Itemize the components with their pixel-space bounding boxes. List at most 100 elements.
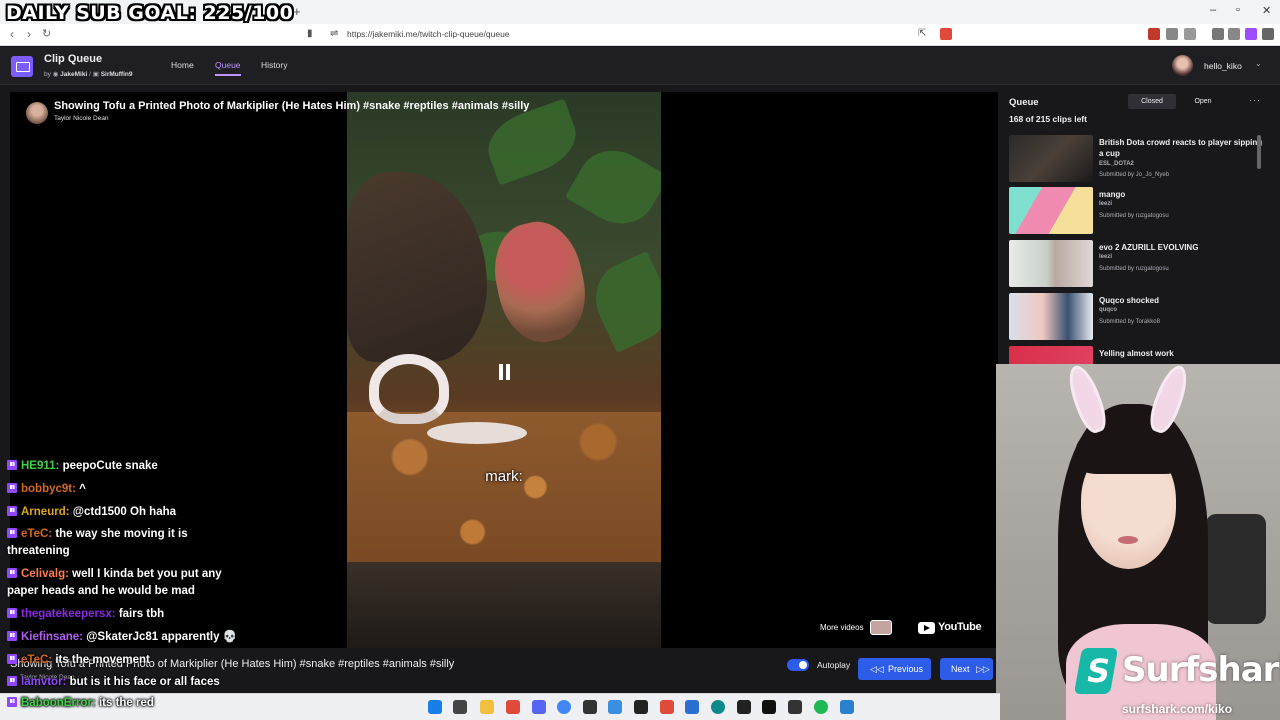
app-header: Clip Queue by ◉ JakeMiki / ▣ SirMuffin9 …	[0, 47, 1280, 85]
chat-username[interactable]: eTeC:	[21, 528, 52, 540]
twitch-badge-icon	[7, 482, 17, 493]
taskview-icon[interactable]	[453, 700, 467, 714]
chat-message: lamvtor: but is it his face or all faces	[7, 674, 247, 691]
video-title[interactable]: Showing Tofu a Printed Photo of Markipli…	[54, 100, 529, 112]
youtube-wordmark: YouTube	[938, 621, 982, 633]
sidebar-icon[interactable]	[1184, 28, 1196, 40]
chat-text: fairs tbh	[118, 607, 165, 620]
back-icon[interactable]: ‹	[10, 27, 14, 41]
chat-username[interactable]: eTeC:	[21, 654, 52, 666]
twitch-badge-icon	[7, 676, 17, 687]
clip-channel: ESL_DOTA2	[1099, 161, 1134, 167]
twitch-badge-icon	[7, 630, 17, 641]
spotify-icon[interactable]	[814, 700, 828, 714]
chat-username[interactable]: thegatekeepersx:	[21, 608, 116, 620]
maximize-button[interactable]: ▫	[1236, 4, 1240, 16]
clip-thumbnail	[1009, 240, 1093, 287]
app-icon[interactable]	[762, 700, 776, 714]
start-icon[interactable]	[428, 700, 442, 714]
app-byline: by ◉ JakeMiki / ▣ SirMuffin9	[44, 70, 132, 78]
chat-message: thegatekeepersx: fairs tbh	[7, 606, 247, 623]
discord-icon[interactable]	[532, 700, 546, 714]
more-videos-thumbnail[interactable]	[870, 620, 892, 635]
nav-history[interactable]: History	[261, 60, 287, 70]
bookmark-icon[interactable]: ▮	[307, 28, 313, 39]
extension-puzzle-icon[interactable]	[1166, 28, 1178, 40]
capcut-icon[interactable]	[634, 700, 648, 714]
autoplay-toggle[interactable]	[787, 659, 809, 671]
video-subtitle: mark:	[485, 468, 523, 485]
previous-button[interactable]: ◁◁ Previous	[858, 658, 931, 680]
more-videos-label[interactable]: More videos	[820, 623, 864, 632]
close-window-button[interactable]: ✕	[1262, 4, 1271, 17]
nav-queue[interactable]: Queue	[215, 60, 241, 76]
terminal-icon[interactable]	[737, 700, 751, 714]
chat-username[interactable]: HE911:	[21, 460, 59, 472]
sponsor-url: surfshark.com/kiko	[1122, 702, 1233, 716]
chat-username: BaboonError:	[21, 697, 96, 709]
clip-queue-logo-icon[interactable]	[11, 56, 33, 77]
chat-username[interactable]: bobbyc9t:	[21, 483, 76, 495]
video-channel[interactable]: Taylor Nicole Dean	[54, 115, 109, 122]
chat-username[interactable]: Arneurd:	[21, 506, 70, 518]
chat-username[interactable]: Kiefinsane:	[21, 631, 83, 643]
reload-icon[interactable]: ↻	[42, 27, 51, 40]
queue-scrollbar[interactable]	[1257, 135, 1261, 169]
chat-username[interactable]: lamvtor:	[21, 676, 66, 688]
queue-item[interactable]: British Dota crowd reacts to player sipp…	[1009, 135, 1262, 182]
closed-button[interactable]: Closed	[1128, 94, 1176, 109]
app-icon[interactable]	[840, 700, 854, 714]
edge-icon[interactable]	[711, 700, 725, 714]
site-info-icon[interactable]: ⇌	[330, 28, 338, 39]
menu-icon[interactable]	[1262, 28, 1274, 40]
pause-icon[interactable]	[498, 364, 512, 380]
nav-home[interactable]: Home	[171, 60, 194, 70]
profile-icon[interactable]	[1245, 28, 1257, 40]
brave-icon[interactable]	[506, 700, 520, 714]
chat-message: eTeC: the way she moving it is threateni…	[7, 526, 247, 560]
browser-tab-bar: DAILY SUB GOAL: 225/100 + – ▫ ✕	[0, 0, 1280, 24]
clip-submitter: Submitted by Torakko8	[1099, 319, 1160, 325]
chat-text: @ctd1500 Oh haha	[72, 505, 177, 518]
console-icon[interactable]	[788, 700, 802, 714]
screen: DAILY SUB GOAL: 225/100 + – ▫ ✕ ‹ › ↻ ▮ …	[0, 0, 1280, 720]
app-icon[interactable]	[608, 700, 622, 714]
queue-title: Queue	[1009, 97, 1039, 108]
minimize-button[interactable]: –	[1210, 4, 1216, 16]
brave-beta-icon[interactable]	[660, 700, 674, 714]
channel-avatar[interactable]	[26, 102, 48, 124]
obs-icon[interactable]	[583, 700, 597, 714]
chat-text: peepoCute snake	[62, 460, 158, 472]
sub-goal-overlay: DAILY SUB GOAL: 225/100	[6, 2, 294, 24]
url-field[interactable]: https://jakemiki.me/twitch-clip-queue/qu…	[347, 29, 510, 39]
chat-message: Arneurd: @ctd1500 Oh haha	[7, 504, 247, 521]
chat-username[interactable]: Celivalg:	[21, 568, 69, 580]
chat-text: its the red	[98, 697, 154, 709]
clip-thumbnail	[1009, 293, 1093, 340]
autoplay-label: Autoplay	[817, 660, 851, 670]
chat-overlay: HE911: peepoCute snake bobbyc9t: ^ Arneurd…	[7, 458, 247, 697]
username[interactable]: hello_kiko	[1204, 61, 1242, 71]
next-label: Next	[951, 664, 970, 674]
chrome-icon[interactable]	[557, 700, 571, 714]
next-button[interactable]: Next ▷▷	[940, 658, 993, 680]
avatar[interactable]	[1172, 55, 1193, 76]
extension-icon[interactable]	[1148, 28, 1160, 40]
chevron-down-icon[interactable]: ⌄	[1255, 59, 1262, 68]
queue-item[interactable]: mango leezi Submitted by ruzgatogosu	[1009, 187, 1259, 234]
author-link-1[interactable]: JakeMiki	[60, 71, 87, 78]
music-icon[interactable]	[1212, 28, 1224, 40]
sponsor-name: Surfshark	[1122, 650, 1280, 690]
new-tab-button[interactable]: +	[293, 4, 301, 19]
queue-item[interactable]: Quqco shocked quqco Submitted by Torakko…	[1009, 293, 1259, 340]
brave-shield-icon[interactable]	[940, 28, 952, 40]
app-icon[interactable]	[685, 700, 699, 714]
file-explorer-icon[interactable]	[480, 700, 494, 714]
author-link-2[interactable]: SirMuffin9	[101, 71, 133, 78]
share-icon[interactable]: ⇱	[918, 28, 926, 39]
wallet-icon[interactable]	[1228, 28, 1240, 40]
open-button[interactable]: Open	[1179, 94, 1227, 109]
more-options-icon[interactable]: ···	[1249, 95, 1261, 105]
forward-icon[interactable]: ›	[27, 27, 31, 41]
queue-item[interactable]: evo 2 AZURILL EVOLVING leezi Submitted b…	[1009, 240, 1259, 287]
